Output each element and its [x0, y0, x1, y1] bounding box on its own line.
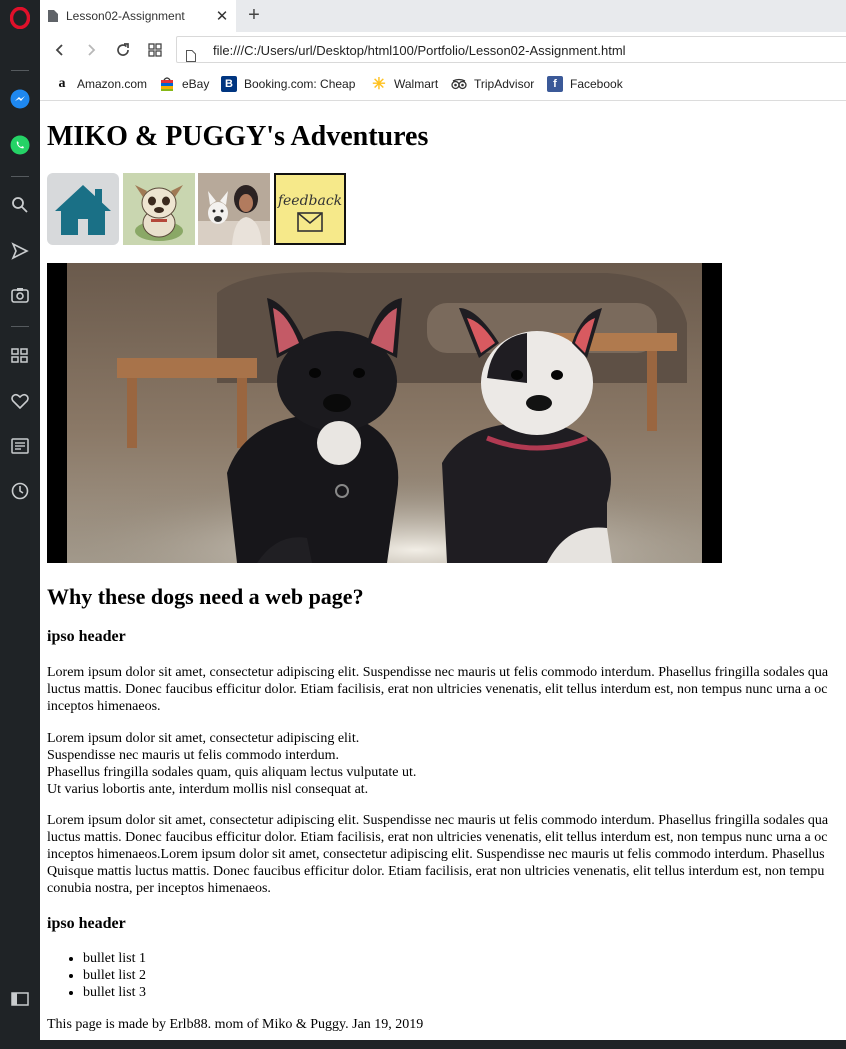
section-heading: Why these dogs need a web page?: [47, 584, 364, 609]
document-icon: [48, 10, 58, 22]
paragraph-line: Suspendisse nec mauris ut felis commodo …: [47, 748, 340, 763]
tripadvisor-icon: [451, 76, 467, 92]
paragraph-line: inceptos himenaeos.: [47, 699, 161, 714]
camera-icon[interactable]: [8, 283, 32, 307]
send-icon[interactable]: [8, 239, 32, 263]
paragraph-line: inceptos himenaeos.Lorem ipsum dolor sit…: [47, 847, 825, 862]
forward-button[interactable]: [79, 38, 103, 62]
paragraph-line: luctus mattis. Donec faucibus efficitur …: [47, 682, 828, 697]
bookmark-tripadvisor[interactable]: TripAdvisor: [451, 75, 534, 93]
new-tab-button[interactable]: +: [242, 4, 266, 28]
section2-header: ipso header: [47, 915, 126, 932]
opera-logo-icon[interactable]: [8, 6, 32, 30]
search-icon[interactable]: [8, 193, 32, 217]
page-title: MIKO & PUGGY's Adventures: [47, 121, 429, 152]
bookmark-label: Amazon.com: [77, 77, 148, 91]
page-footer: This page is made by Erlb88. mom of Miko…: [47, 1017, 424, 1032]
paragraph-line: luctus mattis. Donec faucibus efficitur …: [47, 830, 828, 845]
bookmark-booking[interactable]: B Booking.com: Cheap: [221, 75, 355, 93]
web-page: MIKO & PUGGY's Adventures feedback Why t…: [40, 101, 846, 1040]
browser-sidebar: [0, 0, 40, 1049]
navigation-bar: file:///C:/Users/url/Desktop/html100/Por…: [40, 32, 846, 68]
paragraph-line: Quisque mattis luctus mattis. Donec fauc…: [47, 864, 825, 879]
reload-button[interactable]: [111, 38, 135, 62]
page-icon: [186, 44, 196, 62]
paragraph-line: Lorem ipsum dolor sit amet, consectetur …: [47, 813, 829, 828]
paragraph-line: Lorem ipsum dolor sit amet, consectetur …: [47, 665, 829, 680]
messenger-icon[interactable]: [8, 87, 32, 111]
feedback-note-icon[interactable]: feedback: [274, 173, 346, 245]
history-icon[interactable]: [8, 479, 32, 503]
paragraph-line: Ut varius lobortis ante, interdum mollis…: [47, 782, 369, 797]
paragraph-1: Lorem ipsum dolor sit amet, consectetur …: [47, 664, 828, 715]
url-text: file:///C:/Users/url/Desktop/html100/Por…: [213, 43, 626, 58]
tab-grid-button[interactable]: [143, 38, 167, 62]
bottom-bar: [40, 1040, 846, 1049]
list-item: bullet list 2: [83, 967, 146, 984]
list-item: bullet list 3: [83, 984, 146, 1001]
bookmarks-bar: a Amazon.com eBay B Booking.com: Cheap ✳…: [40, 68, 846, 101]
person-with-dog-photo[interactable]: [198, 173, 270, 245]
bookmark-label: TripAdvisor: [474, 77, 535, 91]
heart-icon[interactable]: [8, 389, 32, 413]
bookmark-label: Walmart: [394, 77, 439, 91]
paragraph-line: Phasellus fringilla sodales quam, quis a…: [47, 765, 417, 780]
section1-header: ipso header: [47, 628, 126, 645]
paragraph-line: Lorem ipsum dolor sit amet, consectetur …: [47, 731, 360, 746]
amazon-icon: a: [58, 76, 66, 91]
sidebar-toggle-icon[interactable]: [8, 987, 32, 1011]
whatsapp-icon[interactable]: [8, 133, 32, 157]
bookmark-facebook[interactable]: f Facebook: [547, 75, 623, 93]
news-icon[interactable]: [8, 434, 32, 458]
facebook-icon: f: [547, 76, 563, 92]
booking-icon: B: [221, 76, 237, 92]
paragraph-3: Lorem ipsum dolor sit amet, consectetur …: [47, 812, 828, 897]
bookmark-walmart[interactable]: ✳ Walmart: [371, 75, 438, 93]
bookmark-label: Facebook: [570, 77, 623, 91]
tab-lesson02[interactable]: Lesson02-Assignment ✕: [40, 0, 236, 32]
address-bar[interactable]: file:///C:/Users/url/Desktop/html100/Por…: [176, 36, 846, 63]
paragraph-2: Lorem ipsum dolor sit amet, consectetur …: [47, 730, 416, 798]
bookmark-ebay[interactable]: eBay: [159, 75, 209, 93]
close-tab-icon[interactable]: ✕: [208, 7, 236, 25]
walmart-icon: ✳: [372, 76, 386, 93]
bullet-list: bullet list 1 bullet list 2 bullet list …: [47, 950, 146, 1001]
bookmark-amazon[interactable]: a Amazon.com: [54, 75, 148, 93]
list-item: bullet list 1: [83, 950, 146, 967]
bookmark-label: Booking.com: Cheap: [244, 77, 356, 91]
tab-title: Lesson02-Assignment: [66, 9, 185, 23]
back-button[interactable]: [48, 38, 72, 62]
dogs-hero-photo: [47, 263, 722, 563]
paragraph-line: conubia nostra, per inceptos himenaeos.: [47, 881, 271, 896]
home-icon[interactable]: [47, 173, 119, 245]
bookmark-label: eBay: [182, 77, 210, 91]
tab-strip: Lesson02-Assignment ✕ +: [40, 0, 846, 32]
ebay-icon: [159, 76, 175, 92]
speed-dial-icon[interactable]: [8, 344, 32, 368]
feedback-text: feedback: [277, 193, 342, 209]
puppy-drawing[interactable]: [123, 173, 195, 245]
